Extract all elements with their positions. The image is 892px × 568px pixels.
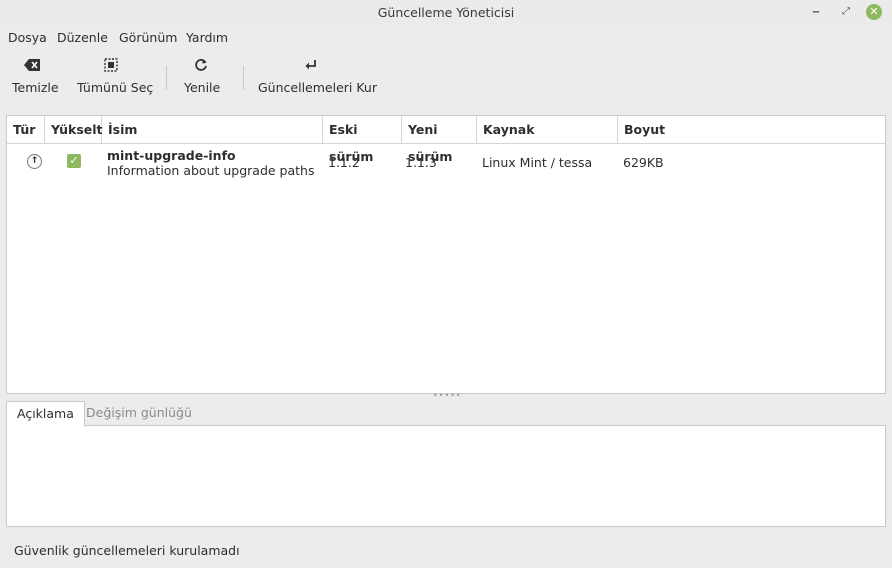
menu-help[interactable]: Yardım	[186, 30, 228, 45]
tab-description[interactable]: Açıklama	[6, 401, 85, 427]
old-version: 1.1.2	[328, 155, 360, 170]
table-header: Tür Yükselt İsim Eski sürüm Yeni sürüm K…	[7, 116, 885, 164]
column-header-old-version[interactable]: Eski sürüm	[323, 116, 402, 164]
tab-changelog[interactable]: Değişim günlüğü	[76, 401, 202, 425]
select-all-label: Tümünü Seç	[77, 80, 154, 95]
refresh-label: Yenile	[184, 80, 221, 95]
select-all-icon	[77, 58, 144, 76]
source: Linux Mint / tessa	[482, 155, 593, 170]
minimize-button[interactable]: ‒	[808, 4, 824, 20]
install-updates-button[interactable]: Güncellemeleri Kur	[258, 58, 377, 95]
close-button[interactable]: ✕	[866, 4, 882, 20]
update-manager-window: Güncelleme Yöneticisi ‒ ⤢ ✕ Dosya Düzenl…	[0, 0, 892, 568]
maximize-button[interactable]: ⤢	[838, 4, 854, 20]
clear-label: Temizle	[12, 80, 59, 95]
upgrade-arrow-icon: ↑	[27, 154, 42, 169]
select-all-button[interactable]: Tümünü Seç	[77, 58, 154, 95]
clear-button[interactable]: Temizle	[12, 58, 59, 95]
details-tabs: Açıklama Değişim günlüğü	[6, 401, 884, 427]
package-description: Information about upgrade paths	[107, 163, 315, 178]
install-updates-label: Güncellemeleri Kur	[258, 80, 377, 95]
return-icon	[258, 58, 364, 76]
upgrade-checkbox[interactable]: ✓	[67, 154, 81, 168]
refresh-icon	[184, 58, 217, 76]
title-bar[interactable]: Güncelleme Yöneticisi ‒ ⤢ ✕	[0, 0, 892, 26]
description-panel	[6, 425, 886, 527]
column-header-name[interactable]: İsim	[102, 116, 323, 143]
menu-edit[interactable]: Düzenle	[57, 30, 108, 45]
menu-bar: Dosya Düzenle Görünüm Yardım	[0, 26, 892, 50]
pane-resize-handle[interactable]: •••••	[433, 392, 461, 400]
table-row[interactable]: ↑ ✓ mint-upgrade-info Information about …	[7, 144, 885, 182]
size: 629KB	[623, 155, 664, 170]
backspace-icon	[12, 58, 54, 76]
package-name: mint-upgrade-info	[107, 148, 236, 163]
toolbar: Temizle Tümünü Seç Yenile Güncellemeleri…	[0, 52, 892, 104]
column-header-type[interactable]: Tür	[7, 116, 45, 143]
status-text: Güvenlik güncellemeleri kurulamadı	[14, 543, 240, 558]
new-version: 1.1.3	[405, 155, 437, 170]
column-header-size[interactable]: Boyut	[618, 116, 885, 143]
column-header-source[interactable]: Kaynak	[477, 116, 618, 143]
menu-file[interactable]: Dosya	[8, 30, 47, 45]
menu-view[interactable]: Görünüm	[119, 30, 177, 45]
updates-table: Tür Yükselt İsim Eski sürüm Yeni sürüm K…	[6, 115, 886, 394]
toolbar-separator	[243, 66, 244, 90]
column-header-upgrade[interactable]: Yükselt	[45, 116, 103, 143]
column-header-new-version[interactable]: Yeni sürüm	[402, 116, 477, 164]
toolbar-separator	[166, 66, 167, 90]
window-title: Güncelleme Yöneticisi	[377, 5, 515, 20]
refresh-button[interactable]: Yenile	[184, 58, 221, 95]
